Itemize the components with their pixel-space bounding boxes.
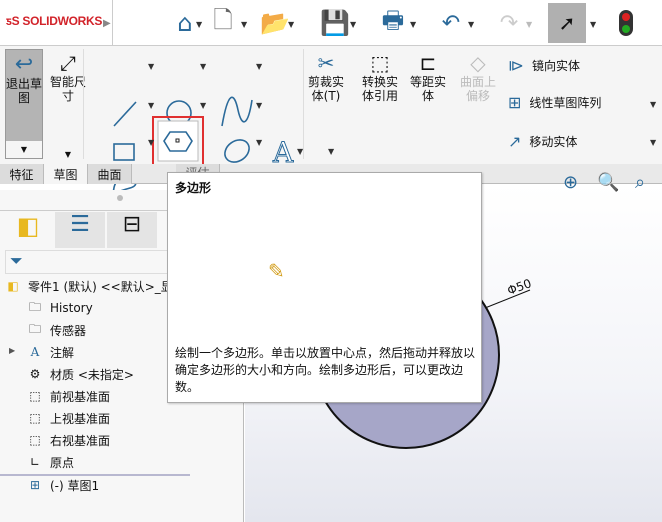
chevron-down-icon[interactable]: ▼	[526, 20, 532, 29]
offset-icon: ⊏	[419, 51, 437, 75]
zoom-to-fit-icon[interactable]: ⊕	[563, 172, 578, 193]
tree-item-top-plane[interactable]: ⬚ 上视基准面	[26, 408, 110, 428]
chevron-down-icon[interactable]: ▼	[196, 20, 202, 29]
tree-item-material[interactable]: ⚙ 材质 <未指定>	[26, 364, 134, 384]
select-pointer-button[interactable]: ➚	[548, 3, 586, 43]
part-icon: ◧	[7, 279, 19, 293]
polygon-button-highlight[interactable]	[152, 116, 204, 166]
chevron-down-icon[interactable]: ▼	[256, 62, 262, 71]
linear-pattern-icon: ⊞	[508, 93, 522, 112]
chevron-down-icon[interactable]: ▼	[200, 101, 206, 110]
tooltip-title: 多边形	[175, 181, 212, 195]
chevron-down-icon[interactable]: ▼	[468, 20, 474, 29]
history-folder-icon: 🗀	[28, 299, 41, 314]
plane-icon: ⬚	[29, 411, 41, 425]
exit-sketch-button[interactable]: ↩ 退出草图 ▼	[5, 49, 43, 159]
chevron-down-icon[interactable]: ▼	[200, 62, 206, 71]
rebuild-traffic-light-icon[interactable]	[619, 10, 633, 36]
chevron-down-icon[interactable]: ▼	[288, 20, 294, 29]
feature-manager-tab-icon[interactable]: ◧	[3, 212, 53, 248]
smart-dimension-button[interactable]: ⤢ 智能尺寸 ▼	[50, 49, 86, 159]
surface-offset-icon: ◇	[470, 51, 486, 75]
zoom-area-icon[interactable]: 🔍	[597, 172, 619, 193]
spline-icon	[221, 96, 253, 127]
move-icon: ↗	[508, 132, 522, 151]
tab-features[interactable]: 特征	[0, 164, 44, 184]
chevron-down-icon[interactable]: ▼	[328, 147, 334, 156]
chevron-down-icon[interactable]: ▼	[6, 141, 42, 158]
tab-evaluate[interactable]: 评估	[176, 164, 220, 172]
origin-icon: ∟	[29, 455, 41, 469]
rectangle-icon	[113, 143, 135, 161]
tree-item-sketch1[interactable]: ⊞ (-) 草图1	[26, 475, 99, 495]
tree-item-front-plane[interactable]: ⬚ 前视基准面	[26, 386, 110, 406]
chevron-down-icon[interactable]: ▼	[410, 20, 416, 29]
solidworks-logo: ƽS SOLIDWORKS	[6, 14, 103, 28]
tree-root-part[interactable]: ◧ 零件1 (默认) <<默认>_显	[4, 276, 172, 296]
chevron-down-icon[interactable]: ▼	[650, 100, 656, 109]
chevron-down-icon[interactable]: ▼	[256, 138, 262, 147]
scissors-icon: ✂	[317, 51, 335, 75]
chevron-down-icon[interactable]: ▼	[350, 20, 356, 29]
tree-item-history[interactable]: 🗀 History	[26, 298, 93, 318]
new-document-icon[interactable]: 🗋	[208, 6, 238, 40]
tree-item-annotations[interactable]: A 注解	[26, 342, 74, 362]
plane-icon: ⬚	[29, 389, 41, 403]
polygon-tooltip: 多边形 ✎ 绘制一个多边形。单击以放置中心点，然后拖动并释放以确定多边形的大小和…	[167, 172, 482, 403]
tree-item-right-plane[interactable]: ⬚ 右视基准面	[26, 430, 110, 450]
material-icon: ⚙	[29, 367, 41, 381]
cube-icon: ⬚	[370, 51, 390, 75]
splitter-handle[interactable]	[117, 195, 123, 201]
tree-item-sensors[interactable]: 🗀 传感器	[26, 320, 86, 340]
chevron-down-icon[interactable]: ▼	[241, 20, 247, 29]
tooltip-description: 绘制一个多边形。单击以放置中心点，然后拖动并释放以确定多边形的大小和方向。绘制多…	[175, 346, 476, 394]
exit-sketch-icon: ↩	[14, 52, 34, 77]
tab-surfaces[interactable]: 曲面	[88, 164, 132, 184]
plane-icon: ⬚	[29, 433, 41, 447]
chevron-down-icon[interactable]: ▼	[256, 101, 262, 110]
chevron-down-icon[interactable]: ▼	[148, 138, 154, 147]
previous-view-icon[interactable]: ⌕	[635, 172, 645, 193]
property-manager-tab-icon[interactable]: ☰	[55, 212, 105, 248]
offset-on-surface-button[interactable]: ◇ 曲面上偏移	[458, 51, 498, 103]
trim-entities-button[interactable]: ✂ 剪裁实体(T)	[308, 51, 344, 103]
linear-pattern-button[interactable]: ⊞ 线性草图阵列	[508, 93, 601, 112]
print-icon[interactable]: 🖶	[378, 6, 408, 40]
chevron-down-icon[interactable]: ▼	[590, 20, 596, 29]
open-folder-icon[interactable]: 📂	[260, 6, 290, 40]
redo-icon[interactable]: ↷	[494, 6, 524, 40]
sketch-icon: ⊞	[29, 478, 41, 492]
chevron-down-icon[interactable]: ▼	[650, 138, 656, 147]
mirror-entities-button[interactable]: ⧐ 镜向实体	[508, 56, 580, 75]
polygon-cursor-icon: ✎	[268, 259, 285, 283]
command-manager-ribbon: ↩ 退出草图 ▼ ⤢ 智能尺寸 ▼ A ▼ ▼ ▼ ▼ ▼ ▼ ▼ ▼ ✂ 剪裁实…	[0, 46, 662, 204]
smart-dimension-icon: ⤢	[60, 51, 76, 75]
sensor-folder-icon: 🗀	[28, 321, 41, 336]
offset-entities-button[interactable]: ⊏ 等距实体	[408, 51, 448, 103]
expand-arrow-icon[interactable]: ▶	[103, 18, 111, 29]
annotation-icon: A	[30, 345, 40, 359]
save-icon[interactable]: 💾	[320, 6, 350, 40]
mirror-icon: ⧐	[508, 56, 524, 75]
chevron-down-icon[interactable]: ▼	[50, 150, 86, 159]
chevron-down-icon[interactable]: ▼	[297, 147, 303, 156]
polygon-icon	[157, 120, 199, 162]
expand-arrow-icon[interactable]: ▶	[9, 346, 15, 355]
undo-icon[interactable]: ↶	[436, 6, 466, 40]
move-entities-button[interactable]: ↗ 移动实体	[508, 132, 577, 151]
line-icon	[113, 101, 137, 127]
tab-sketch[interactable]: 草图	[44, 164, 88, 184]
quick-access-toolbar: ƽS SOLIDWORKS ▶ ⌂ 🗋 ▼ 📂 ▼ 💾 ▼ ▼ 🖶 ▼ ↶ ▼ …	[0, 0, 662, 46]
configuration-manager-tab-icon[interactable]: ⊟	[107, 212, 157, 248]
convert-entities-button[interactable]: ⬚ 转换实体引用	[359, 51, 401, 103]
tree-item-origin[interactable]: ∟ 原点	[26, 452, 74, 472]
chevron-down-icon[interactable]: ▼	[148, 62, 154, 71]
chevron-down-icon[interactable]: ▼	[148, 101, 154, 110]
ellipse-icon	[224, 139, 250, 163]
